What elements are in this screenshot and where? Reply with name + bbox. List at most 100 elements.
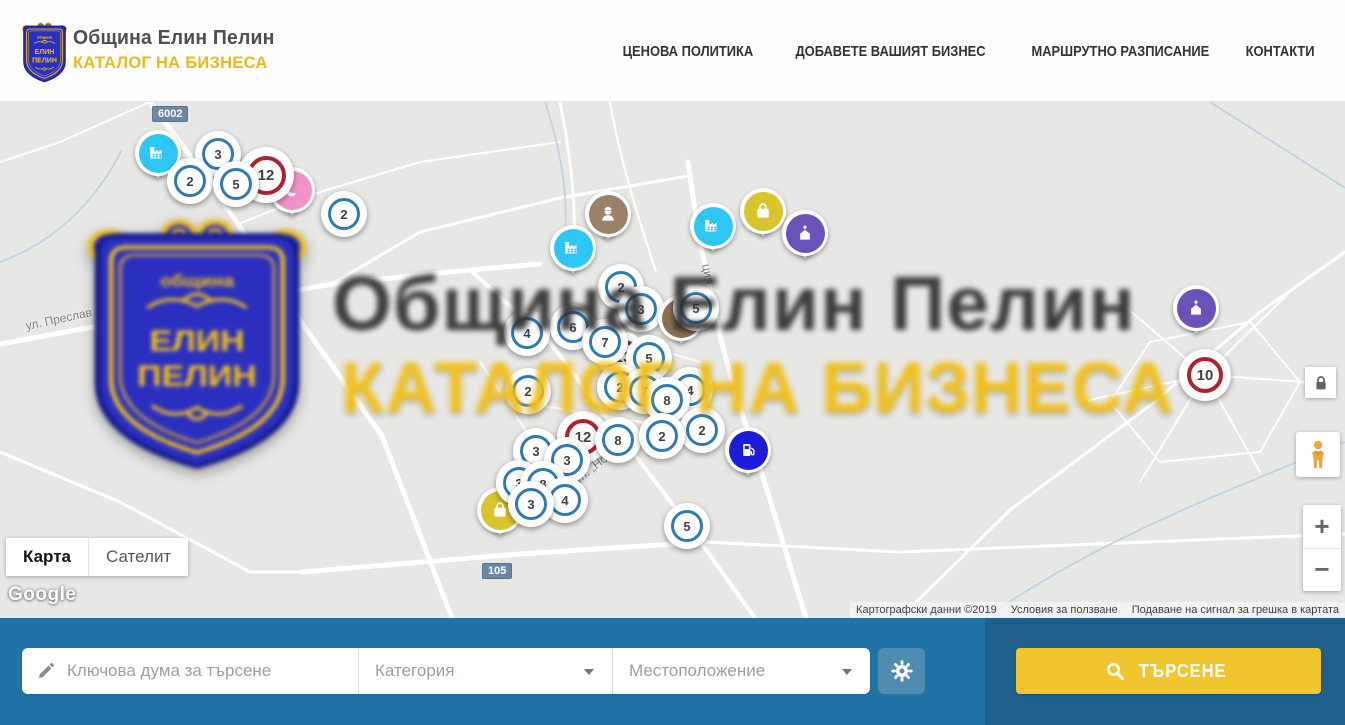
cluster-ring: 7: [589, 326, 621, 358]
map-type-button-satellite[interactable]: Сателит: [88, 538, 188, 576]
cluster-count: 7: [601, 335, 608, 350]
zoom-control: + −: [1303, 505, 1341, 591]
zoom-in-button[interactable]: +: [1303, 505, 1341, 549]
search-bar: Категория Местоположение: [0, 618, 1345, 725]
logo-text: Община Елин Пелин КАТАЛОГ НА БИЗНЕСА: [73, 27, 281, 73]
attribution-item-2[interactable]: Подаване на сигнал за грешка в картата: [1132, 604, 1339, 616]
map-cluster-3[interactable]: 3: [508, 481, 554, 527]
cluster-count: 5: [692, 301, 699, 316]
attribution-item-0: Картографски данни ©2019: [856, 604, 997, 616]
municipality-crest-logo: [21, 22, 68, 84]
cluster-count: 2: [340, 207, 347, 222]
map-pin-church[interactable]: [1172, 285, 1220, 347]
search-button[interactable]: ТЪРСЕНЕ: [1016, 648, 1321, 694]
map-canvas[interactable]: 6002105 ул. Преславбул. „Новоселция 3212…: [0, 102, 1345, 618]
chevron-down-icon: [584, 669, 594, 675]
map-cluster-7[interactable]: 7: [582, 319, 628, 365]
cluster-ring: 3: [625, 293, 657, 325]
map-cluster-2[interactable]: 2: [167, 158, 213, 204]
cluster-count: 3: [563, 453, 570, 468]
pegman-button[interactable]: [1296, 432, 1340, 477]
cluster-ring: 8: [651, 384, 683, 416]
pencil-icon: [36, 662, 55, 681]
map-pin-factory[interactable]: [689, 203, 737, 265]
location-select[interactable]: Местоположение: [612, 648, 870, 694]
attribution-item-1[interactable]: Условия за ползване: [1011, 604, 1118, 616]
cluster-ring: 8: [602, 424, 634, 456]
main-nav: ЦЕНОВА ПОЛИТИКА ДОБАВЕТЕ ВАШИЯТ БИЗНЕС МАР…: [612, 0, 1320, 102]
map-attribution: Картографски данни ©2019 Условия за ползв…: [850, 602, 1345, 618]
gear-icon: [890, 659, 914, 683]
cluster-ring: 10: [1187, 357, 1223, 393]
cluster-count: 2: [186, 174, 193, 189]
gas-icon: [729, 431, 768, 470]
cluster-ring: 2: [328, 198, 360, 230]
cluster-ring: 3: [515, 488, 547, 520]
app-root: община ЕЛИН ПЕЛИН Община Елин Пелин КАТА…: [0, 0, 1345, 725]
cluster-count: 12: [258, 167, 275, 184]
cluster-ring: 5: [680, 292, 712, 324]
category-select[interactable]: Категория: [358, 648, 612, 694]
map-cluster-2[interactable]: 2: [321, 191, 367, 237]
bag-icon: [744, 192, 783, 231]
cluster-count: 3: [214, 147, 221, 162]
map-pin-bag[interactable]: [739, 188, 787, 250]
location-select-value: Местоположение: [629, 661, 765, 681]
chevron-down-icon: [842, 669, 852, 675]
factory-icon: [554, 229, 593, 268]
map-cluster-2[interactable]: 2: [505, 368, 551, 414]
cluster-count: 2: [658, 429, 665, 444]
search-icon: [1106, 662, 1125, 681]
search-field-group: Категория Местоположение: [22, 648, 870, 694]
pegman-icon: [1307, 440, 1329, 470]
header: Община Елин Пелин КАТАЛОГ НА БИЗНЕСА ЦЕН…: [0, 0, 1345, 102]
cluster-count: 5: [232, 177, 239, 192]
nav-item-2[interactable]: МАРШРУТНО РАЗПИСАНИЕ: [1032, 43, 1210, 60]
cluster-count: 3: [637, 302, 644, 317]
map-cluster-4[interactable]: 4: [504, 310, 550, 356]
cluster-ring: 5: [671, 510, 703, 542]
google-logo[interactable]: Google: [8, 584, 76, 606]
cluster-count: 2: [524, 384, 531, 399]
map-cluster-5[interactable]: 5: [213, 161, 259, 207]
map-pin-gas[interactable]: [724, 427, 772, 489]
factory-icon: [694, 207, 733, 246]
advanced-settings-button[interactable]: [878, 648, 925, 694]
church-icon: [786, 214, 825, 253]
cluster-count: 8: [614, 433, 621, 448]
map-cluster-10[interactable]: 10: [1179, 349, 1231, 401]
map-pin-factory[interactable]: [549, 225, 597, 287]
cluster-count: 4: [523, 326, 530, 341]
cluster-ring: 4: [511, 317, 543, 349]
cluster-count: 3: [527, 497, 534, 512]
cluster-count: 5: [683, 519, 690, 534]
nav-item-3[interactable]: КОНТАКТИ: [1245, 43, 1314, 60]
search-button-label: ТЪРСЕНЕ: [1139, 661, 1227, 682]
map-cluster-8[interactable]: 8: [595, 417, 641, 463]
map-cluster-5[interactable]: 5: [664, 503, 710, 549]
nav-item-1[interactable]: ДОБАВЕТЕ ВАШИЯТ БИЗНЕС: [795, 43, 985, 60]
keyword-section: [22, 648, 358, 694]
cluster-count: 3: [532, 444, 539, 459]
cluster-count: 2: [698, 423, 705, 438]
nav-item-0[interactable]: ЦЕНОВА ПОЛИТИКА: [623, 43, 754, 60]
cluster-ring: 2: [646, 420, 678, 452]
cluster-ring: 5: [220, 168, 252, 200]
map-cluster-5[interactable]: 5: [673, 285, 719, 331]
cluster-count: 6: [569, 320, 576, 335]
lock-button[interactable]: [1305, 367, 1336, 398]
cluster-ring: 2: [686, 414, 718, 446]
map-type-button-map[interactable]: Карта: [6, 538, 88, 576]
map-cluster-2[interactable]: 2: [639, 413, 685, 459]
map-cluster-2[interactable]: 2: [679, 407, 725, 453]
zoom-out-button[interactable]: −: [1303, 549, 1341, 592]
cluster-ring: 2: [512, 375, 544, 407]
map-pin-church[interactable]: [781, 210, 829, 272]
map-markers-layer: 3212522354613752247821282333843510: [0, 102, 1345, 618]
cluster-count: 5: [645, 351, 652, 366]
cluster-count: 10: [1197, 367, 1214, 384]
keyword-search-input[interactable]: [65, 660, 344, 682]
church-icon: [1177, 289, 1216, 328]
site-subtitle: КАТАЛОГ НА БИЗНЕСА: [73, 53, 275, 73]
site-title: Община Елин Пелин: [73, 27, 275, 50]
